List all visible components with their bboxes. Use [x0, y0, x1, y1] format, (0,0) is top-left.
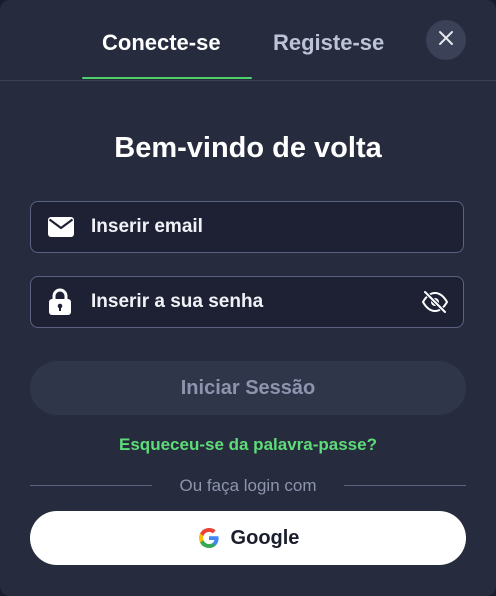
password-input[interactable]	[91, 277, 411, 327]
active-tab-indicator	[82, 77, 252, 79]
eye-off-icon[interactable]	[421, 290, 449, 314]
password-field[interactable]	[30, 276, 464, 328]
close-button[interactable]	[426, 20, 466, 60]
social-login-divider: Ou faça login com	[30, 476, 466, 496]
tab-login[interactable]: Conecte-se	[102, 30, 221, 56]
tab-register[interactable]: Registe-se	[273, 30, 384, 56]
lock-icon	[48, 288, 72, 316]
close-icon	[438, 30, 454, 51]
login-modal: Conecte-se Registe-se Bem-vindo de volta	[0, 0, 496, 596]
login-button[interactable]: Iniciar Sessão	[30, 361, 466, 415]
google-icon	[197, 526, 221, 550]
email-field[interactable]	[30, 201, 464, 253]
page-title: Bem-vindo de volta	[114, 132, 382, 164]
google-login-button[interactable]: Google	[30, 511, 466, 565]
envelope-icon	[48, 217, 74, 237]
divider-line-right	[344, 485, 466, 486]
divider-text: Ou faça login com	[179, 476, 317, 495]
auth-tabs: Conecte-se Registe-se	[0, 0, 496, 81]
google-button-label: Google	[230, 526, 300, 549]
email-input[interactable]	[91, 202, 411, 252]
forgot-password-link[interactable]: Esqueceu-se da palavra-passe?	[0, 435, 496, 455]
